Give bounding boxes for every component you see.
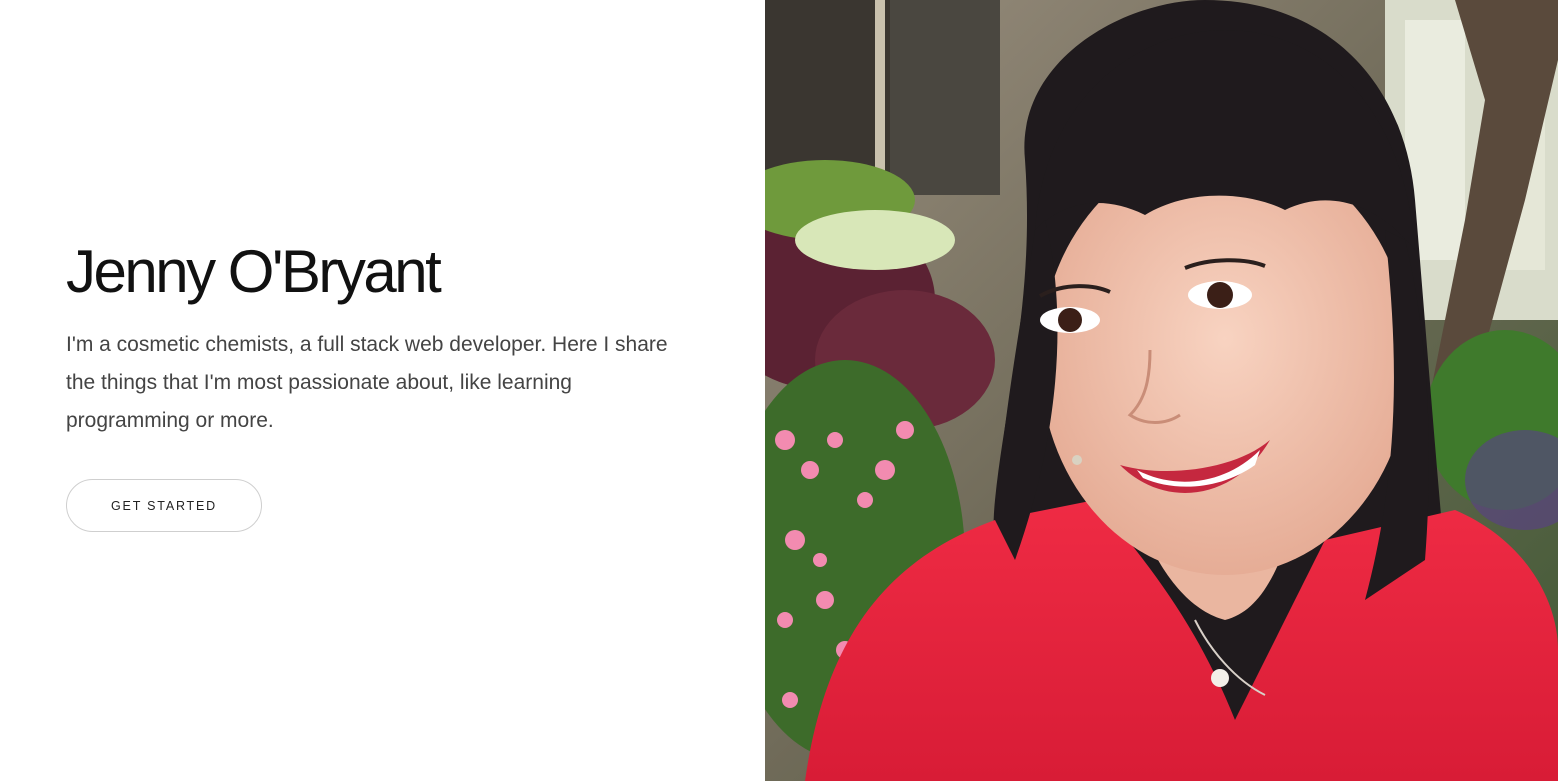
- landing-page: Jenny O'Bryant I'm a cosmetic chemists, …: [0, 0, 1558, 781]
- get-started-button[interactable]: GET STARTED: [66, 479, 262, 532]
- face: [1040, 145, 1410, 575]
- hero-bio: I'm a cosmetic chemists, a full stack we…: [66, 333, 668, 432]
- hero-text-panel: Jenny O'Bryant I'm a cosmetic chemists, …: [0, 0, 765, 781]
- portrait-photo: [765, 0, 1558, 781]
- hero-intro: Jenny O'Bryant I'm a cosmetic chemists, …: [66, 236, 686, 532]
- hero-photo-panel: [765, 0, 1558, 781]
- hero-name: Jenny O'Bryant: [66, 238, 442, 305]
